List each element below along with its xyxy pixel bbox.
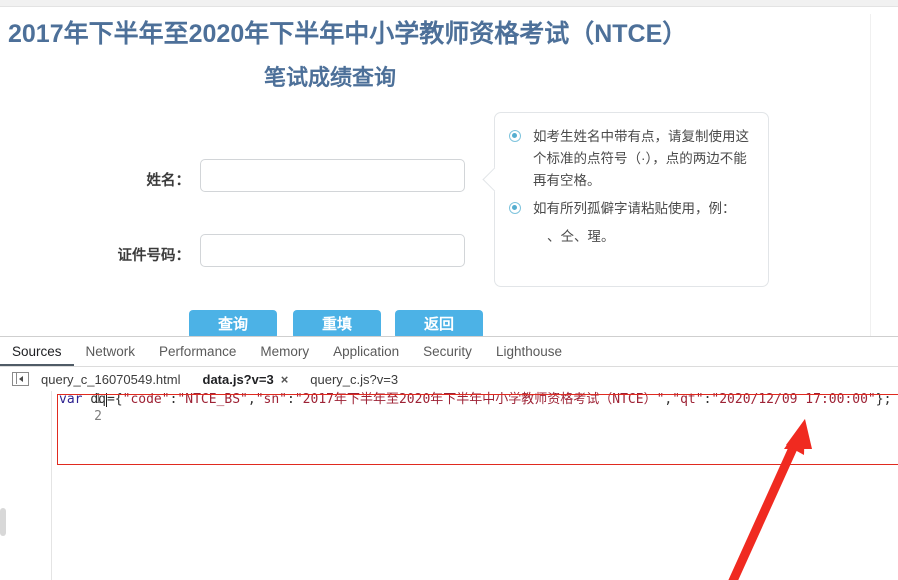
- notice-list: 如考生姓名中带有点，请复制使用这个标准的点符号（·），点的两边不能再有空格。 如…: [509, 126, 758, 248]
- tab-sources[interactable]: Sources: [0, 338, 74, 366]
- tab-security[interactable]: Security: [411, 338, 484, 366]
- file-tab-query-c-js[interactable]: query_c.js?v=3: [310, 372, 398, 387]
- name-input[interactable]: [200, 159, 465, 192]
- devtools-file-tabbar: query_c_16070549.html data.js?v=3 × quer…: [0, 367, 898, 392]
- page-inner: 2017年下半年至2020年下半年中小学教师资格考试（NTCE） 笔试成绩查询 …: [0, 7, 870, 336]
- name-label: 姓名：: [146, 173, 191, 189]
- notice-item: 如考生姓名中带有点，请复制使用这个标准的点符号（·），点的两边不能再有空格。: [509, 126, 758, 192]
- file-tab-label: query_c_16070549.html: [41, 371, 181, 387]
- code-token: "qt": [672, 392, 704, 407]
- code-token: "2020/12/09 17:00:00": [711, 392, 876, 407]
- code-token: };: [875, 392, 892, 407]
- close-icon[interactable]: ×: [281, 372, 289, 387]
- file-tab-data-js[interactable]: data.js?v=3 ×: [203, 372, 289, 387]
- id-number-input[interactable]: [200, 234, 465, 267]
- tab-memory[interactable]: Memory: [248, 338, 321, 366]
- editor-code-area[interactable]: var dq​={"code":"NTCE_BS","sn":"2017年下半年…: [57, 391, 898, 580]
- notice-item-text: 如考生姓名中带有点，请复制使用这个标准的点符号（·），点的两边不能再有空格。: [533, 129, 749, 188]
- source-editor: 1 2 var dq​={"code":"NTCE_BS","sn":"2017…: [0, 391, 898, 580]
- navigator-scrollbar-thumb[interactable]: [0, 508, 6, 536]
- page-right-edge-region: [870, 14, 898, 336]
- code-token: var: [59, 392, 91, 407]
- code-token: "sn": [255, 392, 288, 407]
- editor-navigator-pane: [0, 391, 52, 580]
- notice-callout: 如考生姓名中带有点，请复制使用这个标准的点符号（·），点的两边不能再有空格。 如…: [482, 112, 769, 287]
- devtools-tabbar: Sources Network Performance Memory Appli…: [0, 337, 898, 367]
- code-token: ={: [106, 392, 123, 407]
- code-token: ,: [247, 392, 256, 407]
- code-token: :: [287, 392, 295, 407]
- bullet-radio-icon: [509, 130, 521, 142]
- tab-application[interactable]: Application: [321, 338, 411, 366]
- editor-vertical-divider: [51, 391, 52, 580]
- code-token: "NTCE_BS": [177, 392, 248, 407]
- query-button[interactable]: 查询: [189, 310, 277, 336]
- devtools-panel: Sources Network Performance Memory Appli…: [0, 336, 898, 580]
- code-line-1[interactable]: var dq​={"code":"NTCE_BS","sn":"2017年下半年…: [59, 391, 891, 408]
- bullet-radio-icon: [509, 202, 521, 214]
- code-token: "code": [122, 392, 170, 407]
- tab-network[interactable]: Network: [74, 338, 148, 366]
- tab-performance[interactable]: Performance: [147, 338, 248, 366]
- id-number-label: 证件号码：: [117, 248, 191, 264]
- back-button[interactable]: 返回: [395, 310, 483, 336]
- notice-item-text: 如有所列孤僻字请粘贴使用，例：: [533, 201, 736, 216]
- code-token: dq: [90, 392, 106, 407]
- browser-chrome-strip: [0, 0, 898, 7]
- web-page-content: 2017年下半年至2020年下半年中小学教师资格考试（NTCE） 笔试成绩查询 …: [0, 7, 898, 336]
- page-title: 2017年下半年至2020年下半年中小学教师资格考试（NTCE）: [8, 20, 688, 48]
- code-token: "2017年下半年至2020年下半年中小学教师资格考试（NTCE）": [294, 392, 665, 407]
- callout-notch: [482, 167, 507, 192]
- file-tab-query-c-html[interactable]: query_c_16070549.html: [41, 372, 181, 387]
- reset-button[interactable]: 重填: [293, 310, 381, 336]
- screenshot-root: 2017年下半年至2020年下半年中小学教师资格考试（NTCE） 笔试成绩查询 …: [0, 0, 898, 580]
- notice-item: 如有所列孤僻字请粘贴使用，例：: [509, 198, 758, 220]
- panel-collapse-icon[interactable]: [12, 372, 29, 386]
- notice-extra-characters: 、仝、瑆。: [547, 229, 615, 244]
- page-subtitle: 笔试成绩查询: [264, 65, 397, 90]
- file-tab-label: query_c.js?v=3: [310, 371, 399, 387]
- file-tab-label: data.js?v=3: [202, 371, 274, 387]
- tab-lighthouse[interactable]: Lighthouse: [484, 338, 574, 366]
